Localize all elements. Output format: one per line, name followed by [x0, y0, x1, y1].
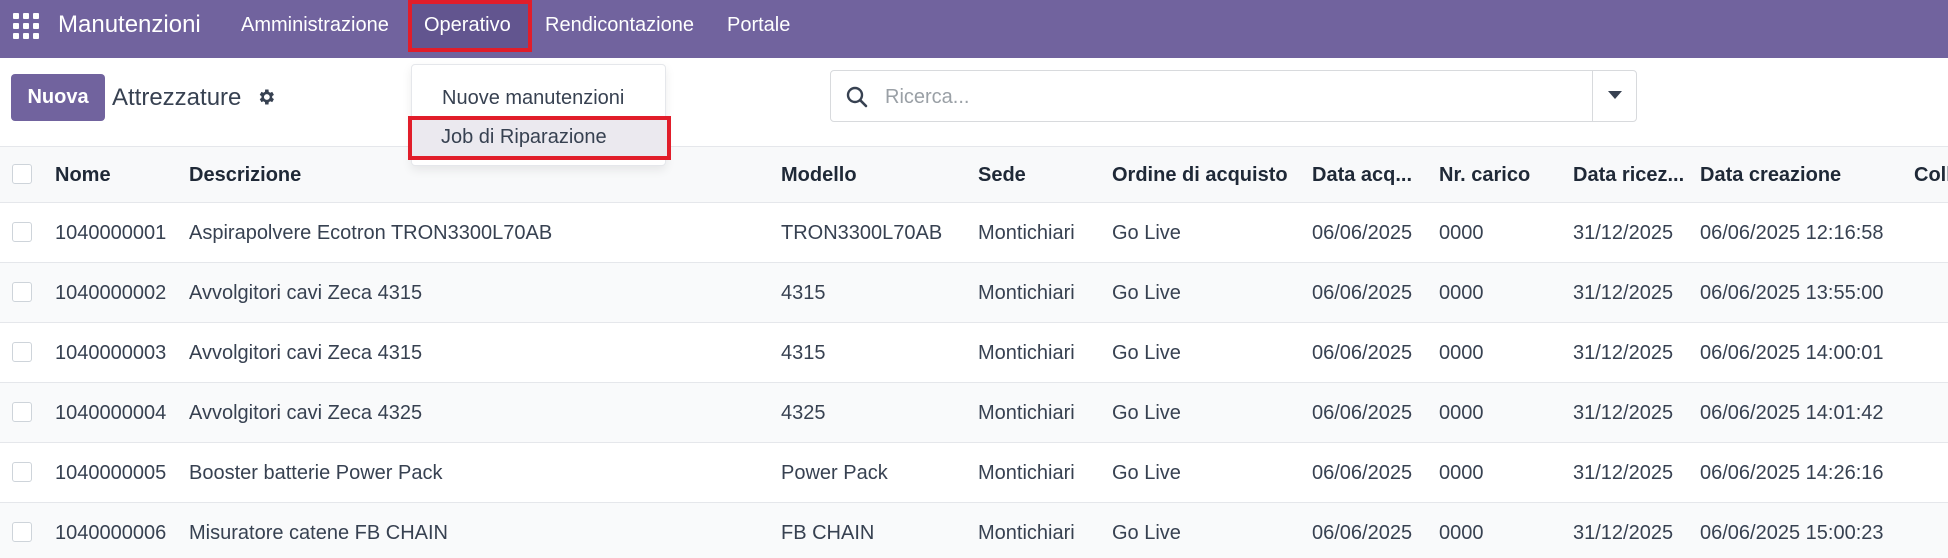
table-row[interactable]: 1040000006 Misuratore catene FB CHAIN FB C… [0, 503, 1948, 558]
cell-sede: Montichiari [978, 222, 1075, 244]
cell-ordine: Go Live [1112, 522, 1181, 544]
cell-nome: 1040000006 [55, 522, 167, 544]
cell-data-acquisto: 06/06/2025 [1312, 522, 1413, 544]
cell-ordine: Go Live [1112, 402, 1181, 424]
column-header-nome[interactable]: Nome [55, 164, 111, 187]
cell-nr-carico: 0000 [1439, 462, 1484, 484]
cell-data-ricezione: 31/12/2025 [1573, 282, 1674, 304]
row-checkbox[interactable] [12, 342, 32, 362]
cell-nr-carico: 0000 [1439, 282, 1484, 304]
table-row[interactable]: 1040000003 Avvolgitori cavi Zeca 4315 4315… [0, 323, 1948, 383]
table-row[interactable]: 1040000005 Booster batterie Power Pack Pow… [0, 443, 1948, 503]
row-checkbox[interactable] [12, 462, 32, 482]
cell-nome: 1040000001 [55, 222, 167, 244]
menu-item-nuove-manutenzioni[interactable]: Nuove manutenzioni [442, 87, 624, 110]
column-header-data-ricezione[interactable]: Data ricez... [1573, 164, 1684, 187]
cell-nr-carico: 0000 [1439, 522, 1484, 544]
cell-modello: Power Pack [781, 462, 888, 484]
cell-data-acquisto: 06/06/2025 [1312, 222, 1413, 244]
cell-data-ricezione: 31/12/2025 [1573, 522, 1674, 544]
search-options-toggle[interactable] [1592, 71, 1636, 121]
caret-down-icon [1608, 91, 1622, 99]
cell-modello: 4325 [781, 402, 826, 424]
column-header-data-creazione[interactable]: Data creazione [1700, 164, 1841, 187]
cell-data-acquisto: 06/06/2025 [1312, 462, 1413, 484]
table-row[interactable]: 1040000002 Avvolgitori cavi Zeca 4315 4315… [0, 263, 1948, 323]
column-header-data-acquisto[interactable]: Data acq... [1312, 164, 1412, 187]
apps-grid-icon[interactable] [13, 13, 39, 39]
cell-nome: 1040000002 [55, 282, 167, 304]
cell-nr-carico: 0000 [1439, 222, 1484, 244]
menu-rendicontazione[interactable]: Rendicontazione [545, 14, 694, 37]
cell-modello: 4315 [781, 342, 826, 364]
gear-icon[interactable] [256, 87, 276, 107]
search-bar [830, 70, 1637, 122]
cell-data-creazione: 06/06/2025 12:16:58 [1700, 222, 1884, 244]
cell-sede: Montichiari [978, 282, 1075, 304]
select-all-checkbox[interactable] [12, 164, 32, 184]
column-header-sede[interactable]: Sede [978, 164, 1026, 187]
table-row[interactable]: 1040000004 Avvolgitori cavi Zeca 4325 4325… [0, 383, 1948, 443]
menu-operativo[interactable]: Operativo [424, 14, 511, 37]
page-title: Attrezzature [112, 84, 242, 111]
cell-data-acquisto: 06/06/2025 [1312, 282, 1413, 304]
cell-nr-carico: 0000 [1439, 402, 1484, 424]
cell-sede: Montichiari [978, 402, 1075, 424]
menu-portale[interactable]: Portale [727, 14, 790, 37]
app-brand[interactable]: Manutenzioni [58, 11, 201, 39]
cell-descrizione: Avvolgitori cavi Zeca 4325 [189, 402, 423, 424]
search-icon [846, 86, 868, 108]
column-header-modello[interactable]: Modello [781, 164, 857, 187]
row-checkbox[interactable] [12, 222, 32, 242]
cell-data-creazione: 06/06/2025 15:00:23 [1700, 522, 1884, 544]
cell-nome: 1040000005 [55, 462, 167, 484]
cell-ordine: Go Live [1112, 462, 1181, 484]
cell-data-creazione: 06/06/2025 14:26:16 [1700, 462, 1884, 484]
row-checkbox[interactable] [12, 522, 32, 542]
menu-amministrazione[interactable]: Amministrazione [241, 14, 389, 37]
row-checkbox[interactable] [12, 402, 32, 422]
cell-nome: 1040000004 [55, 402, 167, 424]
cell-data-ricezione: 31/12/2025 [1573, 342, 1674, 364]
cell-data-creazione: 06/06/2025 14:01:42 [1700, 402, 1884, 424]
cell-descrizione: Misuratore catene FB CHAIN [189, 522, 448, 544]
cell-data-acquisto: 06/06/2025 [1312, 402, 1413, 424]
cell-ordine: Go Live [1112, 282, 1181, 304]
cell-data-ricezione: 31/12/2025 [1573, 462, 1674, 484]
cell-sede: Montichiari [978, 522, 1075, 544]
table-header: Nome Descrizione Modello Sede Ordine di … [0, 146, 1948, 203]
column-header-coll[interactable]: Coll [1914, 164, 1948, 187]
cell-descrizione: Booster batterie Power Pack [189, 462, 443, 484]
cell-data-creazione: 06/06/2025 14:00:01 [1700, 342, 1884, 364]
cell-data-ricezione: 31/12/2025 [1573, 222, 1674, 244]
cell-data-ricezione: 31/12/2025 [1573, 402, 1674, 424]
cell-ordine: Go Live [1112, 222, 1181, 244]
cell-descrizione: Avvolgitori cavi Zeca 4315 [189, 342, 423, 364]
table-row[interactable]: 1040000001 Aspirapolvere Ecotron TRON3300… [0, 203, 1948, 263]
cell-modello: FB CHAIN [781, 522, 875, 544]
cell-modello: TRON3300L70AB [781, 222, 943, 244]
cell-modello: 4315 [781, 282, 826, 304]
menu-item-job-di-riparazione[interactable]: Job di Riparazione [441, 126, 607, 149]
top-navbar: Manutenzioni Amministrazione Operativo R… [0, 0, 1948, 58]
column-header-descrizione[interactable]: Descrizione [189, 164, 301, 187]
cell-data-acquisto: 06/06/2025 [1312, 342, 1413, 364]
cell-sede: Montichiari [978, 342, 1075, 364]
cell-sede: Montichiari [978, 462, 1075, 484]
cell-descrizione: Aspirapolvere Ecotron TRON3300L70AB [189, 222, 553, 244]
search-input[interactable] [885, 83, 1565, 111]
cell-ordine: Go Live [1112, 342, 1181, 364]
column-header-ordine[interactable]: Ordine di acquisto [1112, 164, 1288, 187]
cell-nr-carico: 0000 [1439, 342, 1484, 364]
row-checkbox[interactable] [12, 282, 32, 302]
cell-descrizione: Avvolgitori cavi Zeca 4315 [189, 282, 423, 304]
column-header-nr-carico[interactable]: Nr. carico [1439, 164, 1530, 187]
cell-nome: 1040000003 [55, 342, 167, 364]
new-button[interactable]: Nuova [11, 74, 105, 121]
cell-data-creazione: 06/06/2025 13:55:00 [1700, 282, 1884, 304]
